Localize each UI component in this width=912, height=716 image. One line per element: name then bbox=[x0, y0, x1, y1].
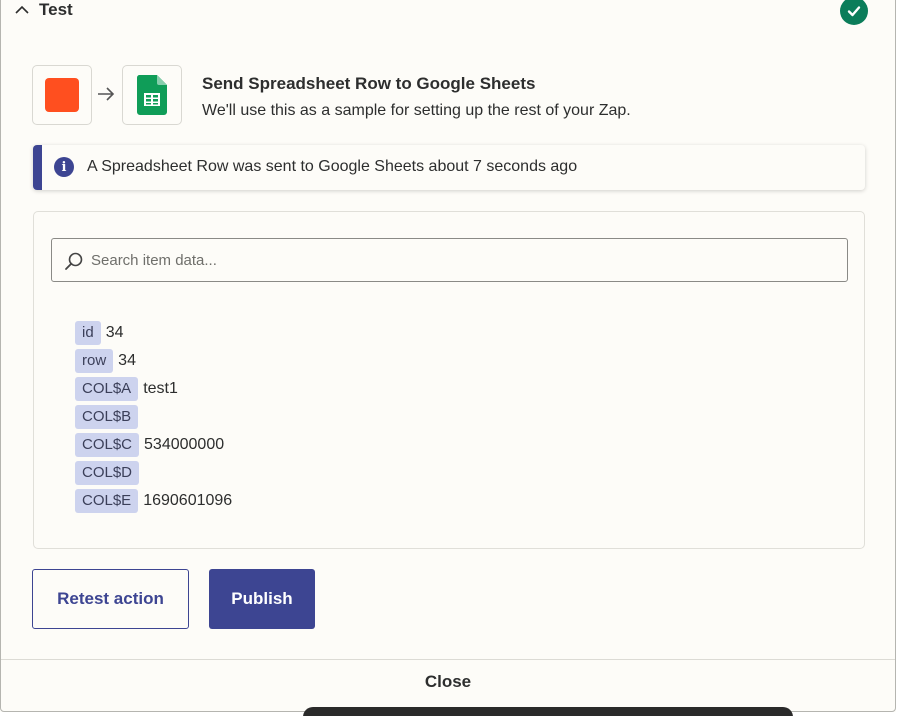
item-key[interactable]: id bbox=[75, 321, 101, 345]
item-key[interactable]: row bbox=[75, 349, 114, 373]
step-title: Send Spreadsheet Row to Google Sheets bbox=[202, 74, 536, 93]
item-key[interactable]: COL$D bbox=[75, 461, 140, 485]
item-value: test1 bbox=[143, 380, 178, 397]
item-value: 534000000 bbox=[144, 436, 225, 453]
item-key[interactable]: COL$E bbox=[75, 489, 139, 513]
info-accent-bar bbox=[33, 145, 42, 190]
google-sheets-icon bbox=[137, 75, 167, 115]
publish-button[interactable]: Publish bbox=[209, 569, 315, 629]
trigger-app-icon bbox=[32, 65, 92, 125]
item-list: id 34 row 34 COL$A test1 COL$B COL$C 534… bbox=[75, 319, 232, 515]
footer-divider bbox=[1, 659, 895, 660]
list-item: COL$C 534000000 bbox=[75, 431, 232, 459]
section-title: Test bbox=[39, 0, 73, 19]
search-box[interactable] bbox=[51, 238, 848, 282]
list-item: COL$E 1690601096 bbox=[75, 487, 232, 515]
search-input[interactable] bbox=[91, 247, 831, 273]
arrow-right-icon bbox=[98, 87, 115, 101]
item-data-panel: id 34 row 34 COL$A test1 COL$B COL$C 534… bbox=[33, 211, 865, 549]
close-button[interactable]: Close bbox=[0, 672, 896, 692]
list-item: COL$B bbox=[75, 403, 232, 431]
item-key[interactable]: COL$C bbox=[75, 433, 140, 457]
list-item: COL$A test1 bbox=[75, 375, 232, 403]
chevron-up-icon[interactable] bbox=[14, 2, 30, 18]
search-icon bbox=[65, 252, 83, 270]
list-item: COL$D bbox=[75, 459, 232, 487]
item-value: 34 bbox=[105, 324, 124, 341]
item-key[interactable]: COL$A bbox=[75, 377, 139, 401]
info-banner: i A Spreadsheet Row was sent to Google S… bbox=[33, 145, 865, 190]
item-key[interactable]: COL$B bbox=[75, 405, 139, 429]
zapier-app-icon bbox=[45, 78, 79, 112]
action-app-icon bbox=[122, 65, 182, 125]
item-value: 34 bbox=[118, 352, 136, 369]
info-icon: i bbox=[54, 157, 74, 177]
background-strip bbox=[896, 0, 912, 716]
item-value: 1690601096 bbox=[143, 492, 233, 509]
list-item: row 34 bbox=[75, 347, 232, 375]
overlay-bar bbox=[303, 707, 793, 716]
section-header[interactable]: Test bbox=[14, 0, 73, 20]
list-item: id 34 bbox=[75, 319, 232, 347]
retest-action-button[interactable]: Retest action bbox=[32, 569, 189, 629]
step-subtitle: We'll use this as a sample for setting u… bbox=[202, 102, 631, 119]
info-message: A Spreadsheet Row was sent to Google She… bbox=[87, 158, 578, 175]
